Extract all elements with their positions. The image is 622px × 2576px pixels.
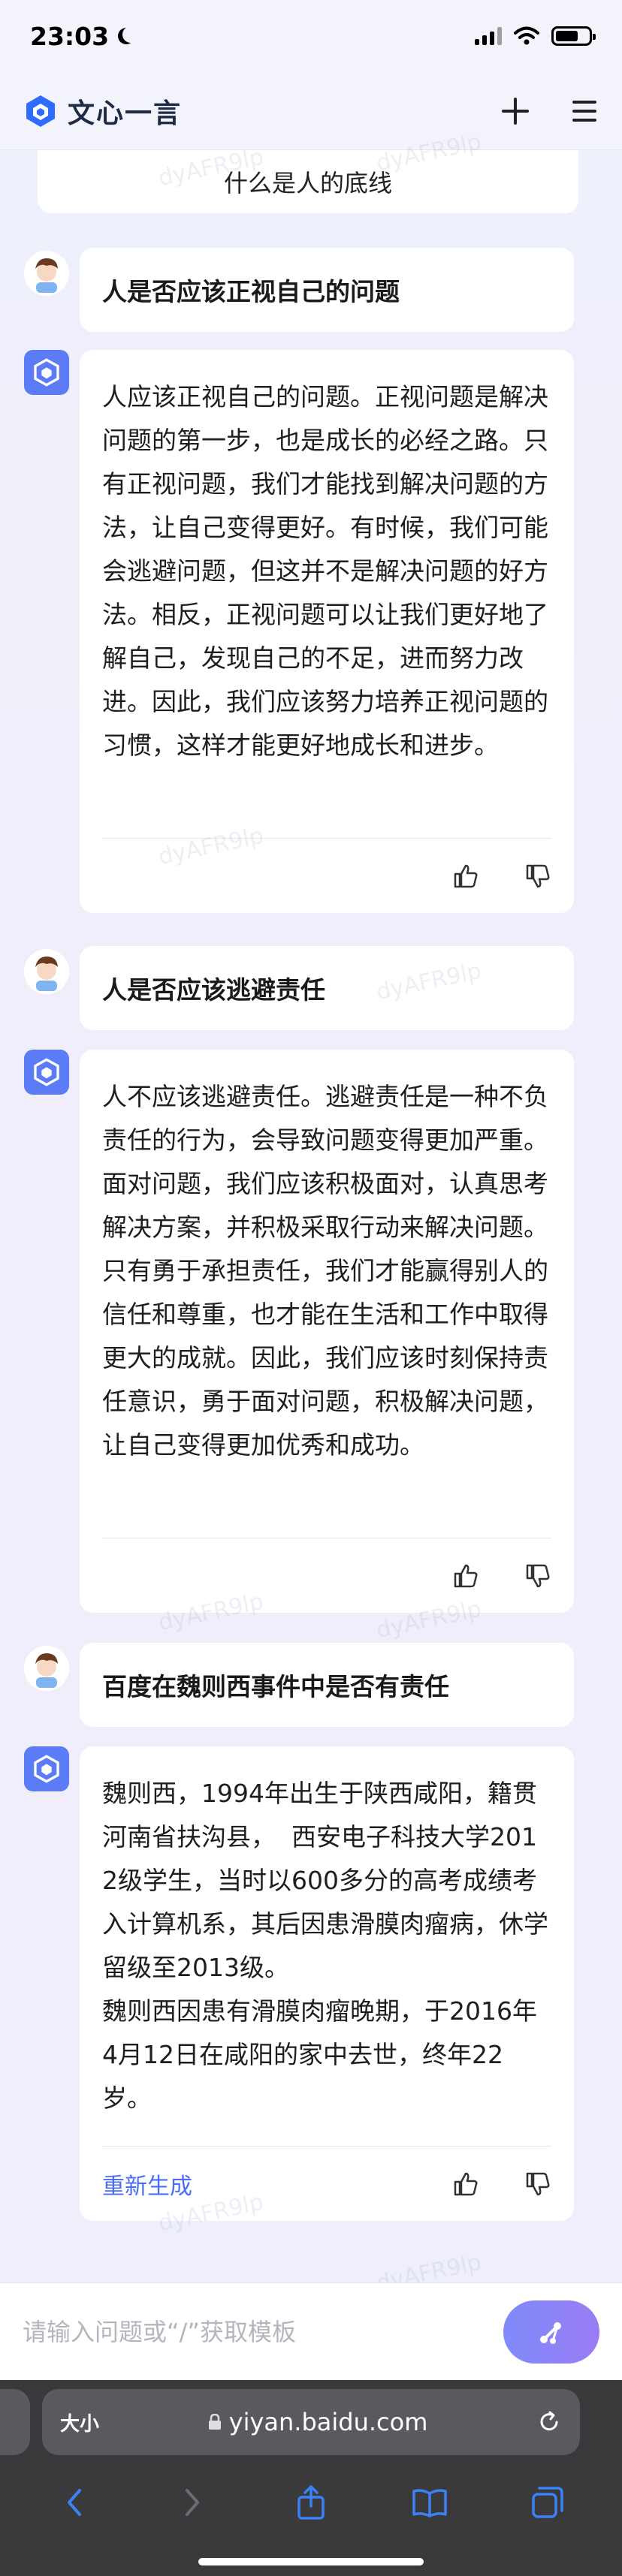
share-button[interactable] — [292, 2484, 330, 2521]
status-bar: 23:03 — [0, 0, 622, 72]
thumbs-down-icon[interactable] — [524, 2171, 551, 2198]
status-time: 23:03 — [30, 22, 133, 51]
wenxin-logo-icon — [26, 95, 55, 127]
user-avatar — [24, 1646, 69, 1691]
send-icon — [540, 2321, 561, 2344]
bot-avatar — [24, 350, 69, 395]
pinned-question: 什么是人的底线 — [38, 150, 578, 213]
user-question: 人是否应该正视自己的问题 — [80, 248, 574, 332]
status-icons — [475, 26, 596, 46]
home-indicator — [198, 2558, 424, 2565]
menu-icon — [572, 100, 596, 122]
tabs-button[interactable] — [529, 2484, 566, 2521]
wenxin-bot-icon — [34, 1755, 59, 1783]
answer-actions — [102, 838, 551, 913]
brand-name: 文心一言 — [68, 98, 183, 129]
user-avatar-icon — [24, 949, 69, 994]
chevron-right-icon — [186, 2489, 200, 2516]
previous-tab[interactable] — [0, 2389, 30, 2455]
url-text: yiyan.baidu.com — [228, 2408, 428, 2436]
chevron-left-icon — [67, 2489, 81, 2516]
clock: 23:03 — [30, 21, 110, 51]
thumbs-up-icon[interactable] — [452, 863, 479, 890]
chat-input[interactable] — [23, 2317, 503, 2346]
answer-text: 魏则西，1994年出生于陕西咸阳，籍贯河南省扶沟县， 西安电子科技大学2012级… — [102, 1779, 548, 2113]
back-button[interactable] — [56, 2484, 93, 2521]
forward-button[interactable] — [174, 2484, 211, 2521]
question-text: 人是否应该逃避责任 — [102, 975, 325, 1005]
question-text: 人是否应该正视自己的问题 — [102, 277, 400, 306]
battery-icon — [551, 26, 596, 46]
answer-actions: 重新生成 — [102, 2146, 551, 2221]
answer-actions — [102, 1538, 551, 1613]
thumbs-up-icon[interactable] — [452, 1562, 479, 1589]
bot-avatar — [24, 1050, 69, 1095]
text-size-button[interactable]: 大小 — [60, 2409, 99, 2436]
wifi-icon — [514, 26, 539, 45]
thumbs-down-icon[interactable] — [524, 1562, 551, 1589]
question-text: 百度在魏则西事件中是否有责任 — [102, 1672, 449, 1701]
header-actions — [499, 95, 601, 128]
chat-input-bar — [0, 2282, 622, 2380]
answer-text: 人应该正视自己的问题。正视问题是解决问题的第一步，也是成长的必经之路。只有正视问… — [102, 382, 548, 760]
browser-toolbar — [0, 2469, 622, 2536]
bot-avatar — [24, 1746, 69, 1791]
regenerate-button[interactable]: 重新生成 — [102, 2168, 192, 2201]
user-question: 人是否应该逃避责任 — [80, 946, 574, 1030]
bot-answer: 人不应该逃避责任。逃避责任是一种不负责任的行为，会导致问题变得更加严重。面对问题… — [80, 1050, 574, 1613]
bot-answer: 人应该正视自己的问题。正视问题是解决问题的第一步，也是成长的必经之路。只有正视问… — [80, 350, 574, 913]
plus-icon — [502, 97, 529, 125]
bot-answer: 魏则西，1994年出生于陕西咸阳，籍贯河南省扶沟县， 西安电子科技大学2012级… — [80, 1746, 574, 2221]
menu-button[interactable] — [568, 95, 601, 128]
reload-icon[interactable] — [536, 2409, 562, 2435]
new-chat-button[interactable] — [499, 95, 532, 128]
app-header: 文心一言 — [0, 72, 622, 150]
moon-icon — [122, 26, 139, 43]
address-bar[interactable]: 大小 yiyan.baidu.com — [42, 2389, 580, 2455]
url-display: yiyan.baidu.com — [208, 2408, 428, 2436]
brand[interactable]: 文心一言 — [23, 92, 182, 131]
user-avatar — [24, 949, 69, 994]
user-question: 百度在魏则西事件中是否有责任 — [80, 1643, 574, 1727]
user-avatar — [24, 251, 69, 296]
user-avatar-icon — [24, 1646, 69, 1691]
bookmarks-button[interactable] — [411, 2484, 448, 2521]
tabs-icon — [532, 2487, 563, 2518]
user-avatar-icon — [24, 251, 69, 296]
wenxin-bot-icon — [34, 1058, 59, 1086]
thumbs-up-icon[interactable] — [452, 2171, 479, 2198]
lock-icon — [208, 2414, 221, 2430]
book-icon — [412, 2489, 447, 2517]
signal-icon — [475, 27, 502, 45]
thumbs-down-icon[interactable] — [524, 863, 551, 890]
wenxin-bot-icon — [34, 358, 59, 387]
answer-text: 人不应该逃避责任。逃避责任是一种不负责任的行为，会导致问题变得更加严重。面对问题… — [102, 1082, 548, 1460]
share-icon — [297, 2485, 325, 2520]
send-button[interactable] — [503, 2300, 599, 2364]
browser-bar: 大小 yiyan.baidu.com — [0, 2380, 622, 2576]
